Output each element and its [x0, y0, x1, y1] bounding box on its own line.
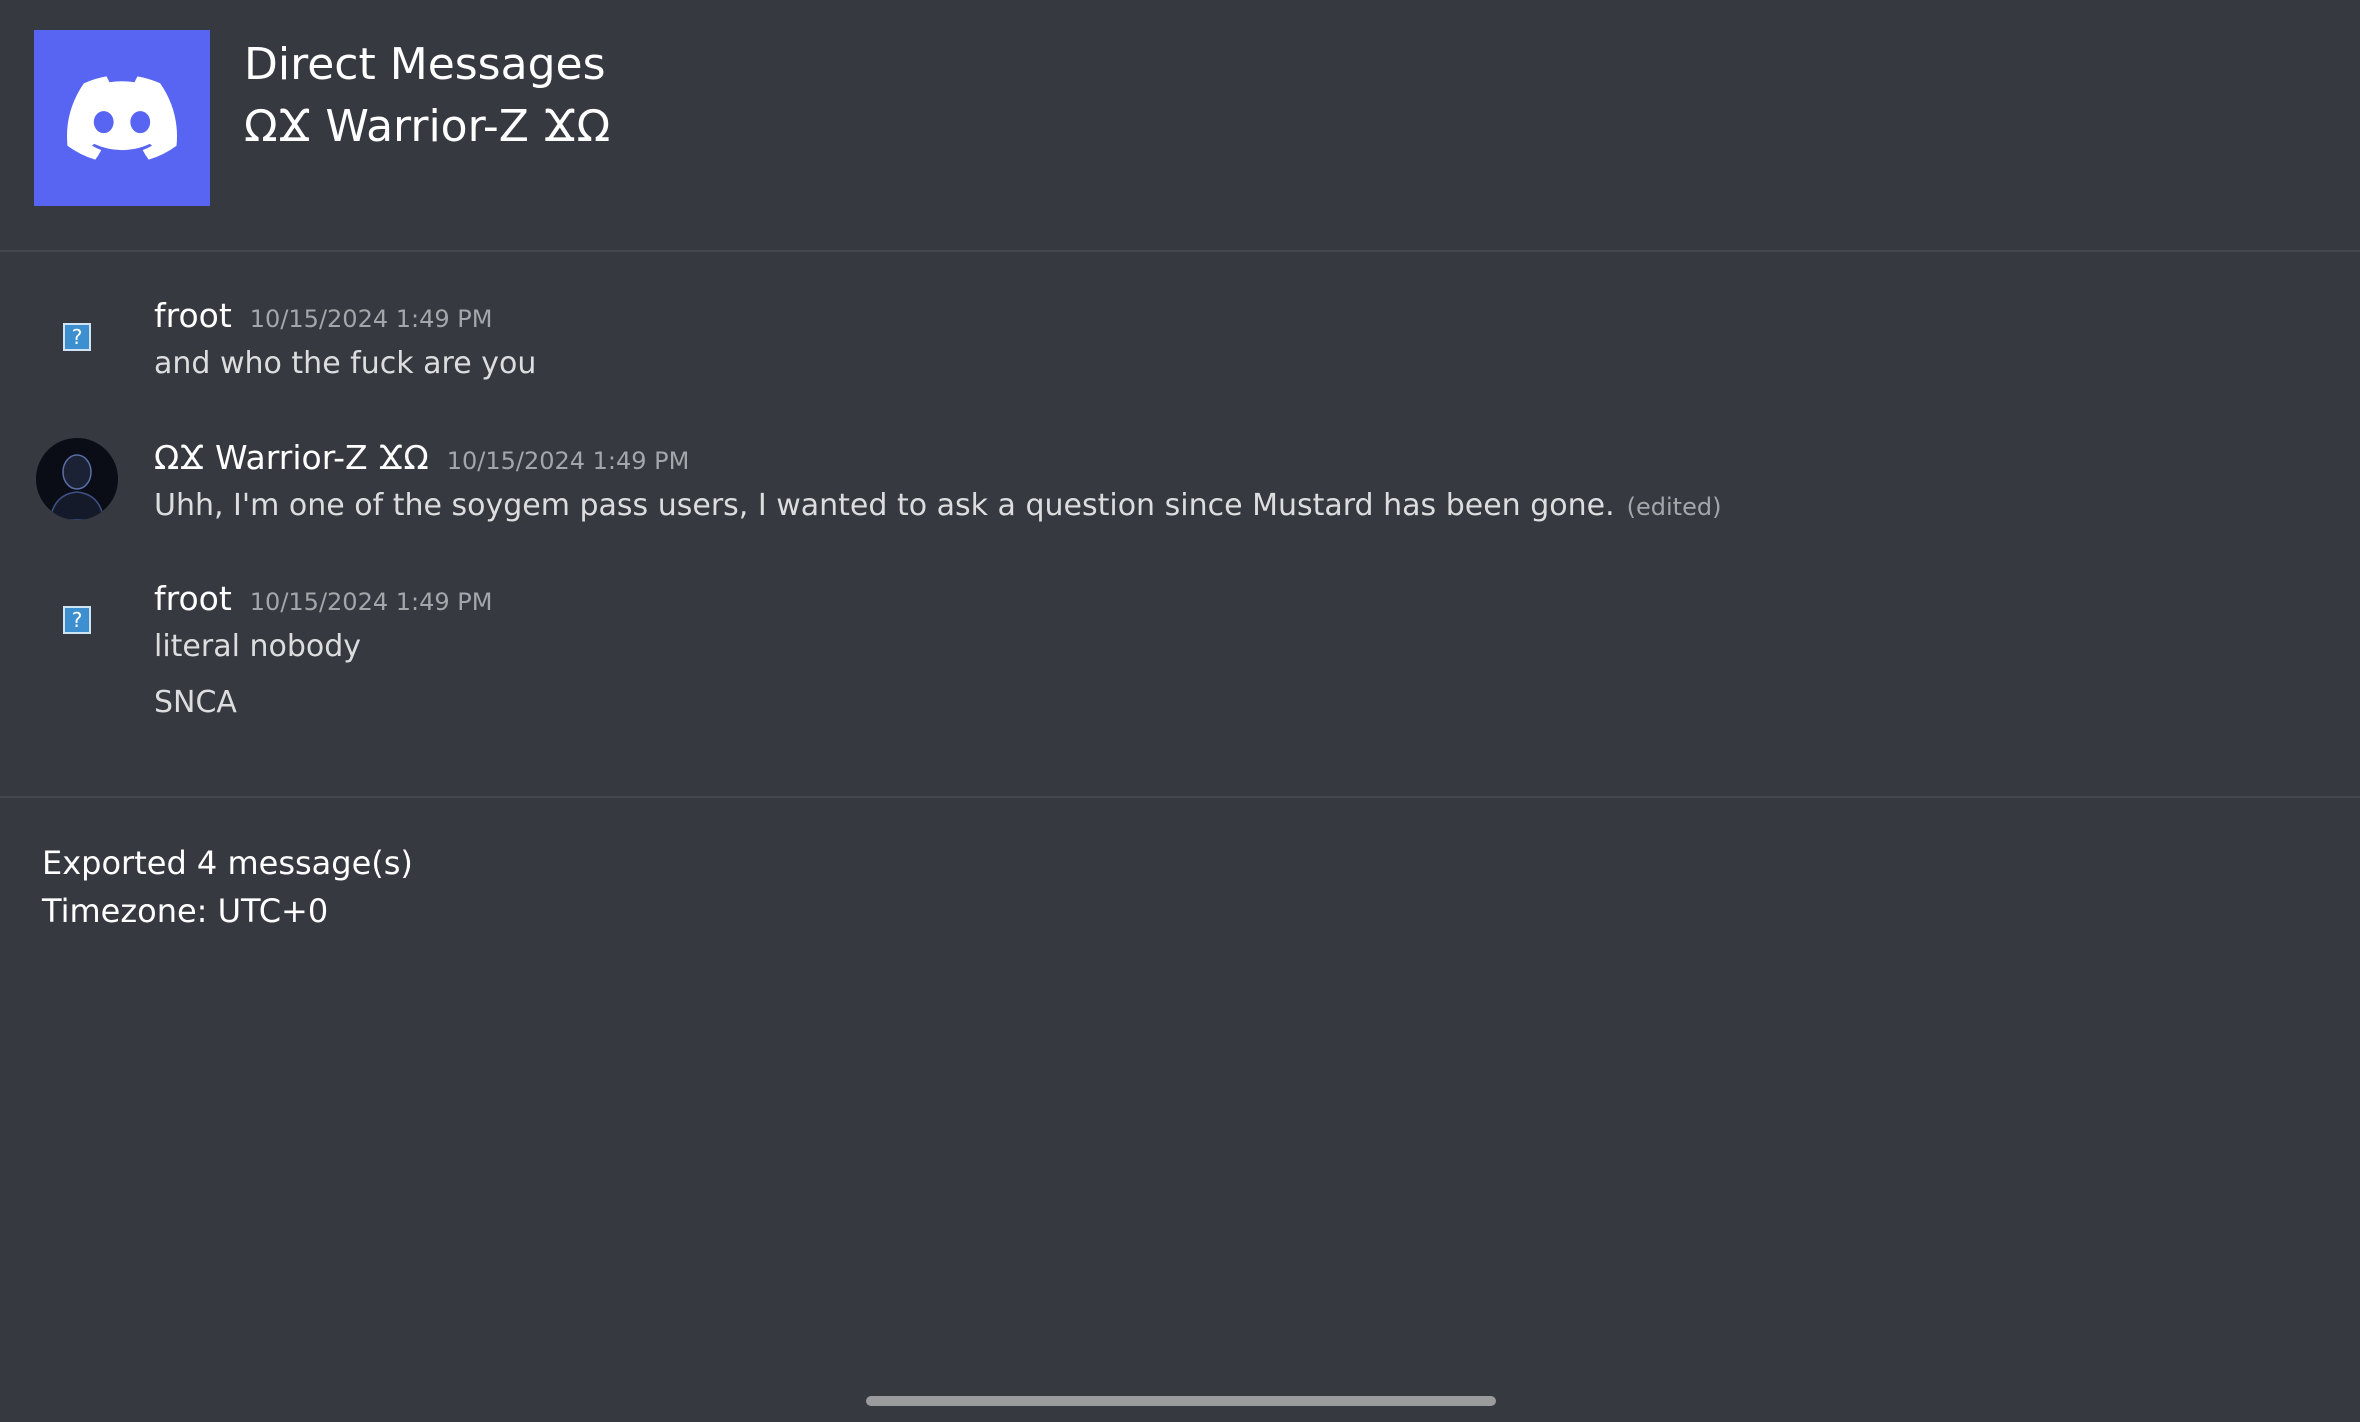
- message-content: SNCA: [154, 685, 237, 720]
- portrait-silhouette-icon: [36, 438, 118, 520]
- author-name[interactable]: ΩϪ Warrior-Z ϪΩ: [154, 438, 429, 477]
- edited-label: (edited): [1626, 493, 1722, 521]
- author-name[interactable]: froot: [154, 579, 232, 618]
- discord-logo-svg: [67, 76, 177, 160]
- broken-image-icon: ?: [63, 606, 91, 634]
- category-name: Direct Messages: [244, 39, 606, 90]
- message-header: froot 10/15/2024 1:49 PM: [154, 296, 492, 335]
- exported-count: Exported 4 message(s): [42, 844, 413, 882]
- message-header: froot 10/15/2024 1:49 PM: [154, 579, 492, 618]
- message-content: and who the fuck are you: [154, 346, 537, 381]
- avatar[interactable]: [36, 438, 118, 520]
- timezone-info: Timezone: UTC+0: [42, 892, 329, 930]
- timestamp: 10/15/2024 1:49 PM: [249, 305, 493, 333]
- preamble: Direct Messages ΩϪ Warrior-Z ϪΩ: [0, 0, 2360, 252]
- channel-name: ΩϪ Warrior-Z ϪΩ: [244, 101, 611, 152]
- discord-logo-icon: [34, 30, 210, 206]
- timestamp: 10/15/2024 1:49 PM: [446, 447, 690, 475]
- message-header: ΩϪ Warrior-Z ϪΩ 10/15/2024 1:49 PM: [154, 438, 689, 477]
- postamble: Exported 4 message(s) Timezone: UTC+0: [0, 796, 2360, 930]
- broken-image-icon: ?: [63, 323, 91, 351]
- timestamp: 10/15/2024 1:49 PM: [249, 588, 493, 616]
- avatar[interactable]: ?: [36, 579, 118, 661]
- author-name[interactable]: froot: [154, 296, 232, 335]
- avatar[interactable]: ?: [36, 296, 118, 378]
- message-content: Uhh, I'm one of the soygem pass users, I…: [154, 488, 1721, 523]
- message-text: Uhh, I'm one of the soygem pass users, I…: [154, 488, 1615, 523]
- home-indicator[interactable]: [866, 1396, 1496, 1406]
- message-content: literal nobody: [154, 629, 362, 664]
- preamble-entries: Direct Messages ΩϪ Warrior-Z ϪΩ: [244, 34, 610, 158]
